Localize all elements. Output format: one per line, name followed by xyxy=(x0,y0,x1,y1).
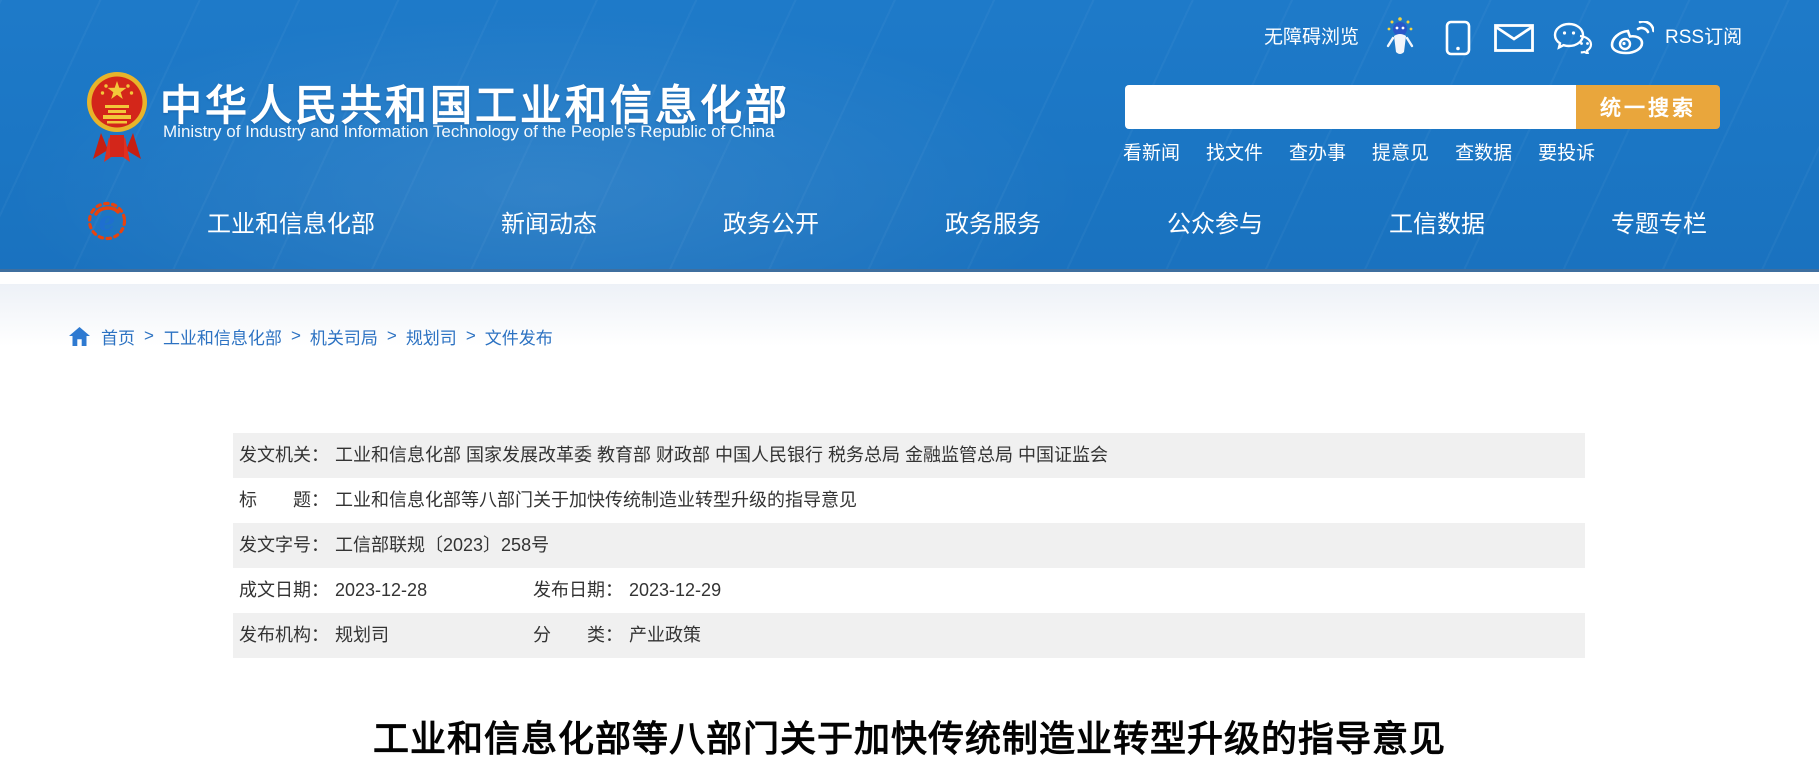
doc-row-dates: 成文日期： 2023-12-28 发布日期： 2023-12-29 xyxy=(233,568,1585,613)
svg-text:e: e xyxy=(99,207,116,237)
nav-item-news[interactable]: 新闻动态 xyxy=(501,204,597,239)
doc-label: 发布机构： xyxy=(239,625,329,645)
crumb-ministry[interactable]: 工业和信息化部 xyxy=(163,324,282,349)
doc-label: 发文机关： xyxy=(239,445,329,465)
doc-value: 规划司 xyxy=(335,625,389,645)
doc-value: 工信部联规〔2023〕258号 xyxy=(335,535,549,555)
national-emblem-icon xyxy=(86,57,148,165)
crumb-separator: > xyxy=(291,326,301,346)
crumb-bureaus[interactable]: 机关司局 xyxy=(310,324,378,349)
doc-value: 2023-12-28 xyxy=(335,580,427,600)
crumb-separator: > xyxy=(466,326,476,346)
mobile-icon[interactable] xyxy=(1445,20,1471,61)
weibo-icon[interactable] xyxy=(1610,21,1654,60)
doc-label: 成文日期： xyxy=(239,580,329,600)
quick-link-data[interactable]: 查数据 xyxy=(1455,138,1512,165)
doc-row-title: 标 题： 工业和信息化部等八部门关于加快传统制造业转型升级的指导意见 xyxy=(233,478,1585,523)
nav-item-disclosure[interactable]: 政务公开 xyxy=(723,204,819,239)
crumb-planning[interactable]: 规划司 xyxy=(406,324,457,349)
quick-link-complaint[interactable]: 要投诉 xyxy=(1538,138,1595,165)
nav-item-public[interactable]: 公众参与 xyxy=(1167,204,1263,239)
quick-link-services[interactable]: 查办事 xyxy=(1289,138,1346,165)
doc-label: 分 类： xyxy=(533,625,623,645)
main-nav: 工业和信息化部 新闻动态 政务公开 政务服务 公众参与 工信数据 专题专栏 xyxy=(207,197,1707,245)
robot-assistant-icon[interactable] xyxy=(1385,16,1415,63)
utility-bar: 无障碍浏览 xyxy=(0,16,1819,60)
doc-row-issuing-agency: 发文机关： 工业和信息化部 国家发展改革委 教育部 财政部 中国人民银行 税务总局… xyxy=(233,433,1585,478)
nav-item-special[interactable]: 专题专栏 xyxy=(1611,204,1707,239)
mail-icon[interactable] xyxy=(1494,24,1534,57)
crumb-home[interactable]: 首页 xyxy=(101,324,135,349)
quick-link-files[interactable]: 找文件 xyxy=(1206,138,1263,165)
doc-label: 标 题： xyxy=(239,490,329,510)
header-banner: 无障碍浏览 xyxy=(0,0,1819,272)
breadcrumb: 首页 > 工业和信息化部 > 机关司局 > 规划司 > 文件发布 xyxy=(69,322,553,350)
gov-e-logo-icon: e xyxy=(86,200,128,242)
article-title: 工业和信息化部等八部门关于加快传统制造业转型升级的指导意见 xyxy=(0,710,1819,762)
doc-value: 工业和信息化部等八部门关于加快传统制造业转型升级的指导意见 xyxy=(335,490,857,510)
accessibility-link[interactable]: 无障碍浏览 xyxy=(1264,16,1359,60)
doc-label: 发布日期： xyxy=(533,580,623,600)
crumb-separator: > xyxy=(144,326,154,346)
crumb-separator: > xyxy=(387,326,397,346)
home-icon[interactable] xyxy=(69,327,90,346)
wechat-icon[interactable] xyxy=(1553,22,1593,59)
search-input[interactable] xyxy=(1125,85,1576,129)
doc-row-publisher: 发布机构： 规划司 分 类： 产业政策 xyxy=(233,613,1585,658)
quick-link-news[interactable]: 看新闻 xyxy=(1123,138,1180,165)
nav-item-services[interactable]: 政务服务 xyxy=(945,204,1041,239)
doc-label: 发文字号： xyxy=(239,535,329,555)
doc-row-ref-number: 发文字号： 工信部联规〔2023〕258号 xyxy=(233,523,1585,568)
rss-link[interactable]: RSS订阅 xyxy=(1665,16,1742,60)
search-button[interactable]: 统一搜索 xyxy=(1576,85,1720,129)
nav-item-data[interactable]: 工信数据 xyxy=(1389,204,1485,239)
nav-item-ministry[interactable]: 工业和信息化部 xyxy=(207,204,375,239)
quick-link-feedback[interactable]: 提意见 xyxy=(1372,138,1429,165)
crumb-documents[interactable]: 文件发布 xyxy=(485,324,553,349)
document-info-table: 发文机关： 工业和信息化部 国家发展改革委 教育部 财政部 中国人民银行 税务总局… xyxy=(233,433,1585,658)
quick-links: 看新闻 找文件 查办事 提意见 查数据 要投诉 xyxy=(1123,138,1595,165)
doc-value: 工业和信息化部 国家发展改革委 教育部 财政部 中国人民银行 税务总局 金融监管… xyxy=(335,445,1108,465)
doc-value: 产业政策 xyxy=(629,625,701,645)
site-subtitle: Ministry of Industry and Information Tec… xyxy=(163,122,775,142)
page: 无障碍浏览 xyxy=(0,0,1819,774)
doc-value: 2023-12-29 xyxy=(629,580,721,600)
